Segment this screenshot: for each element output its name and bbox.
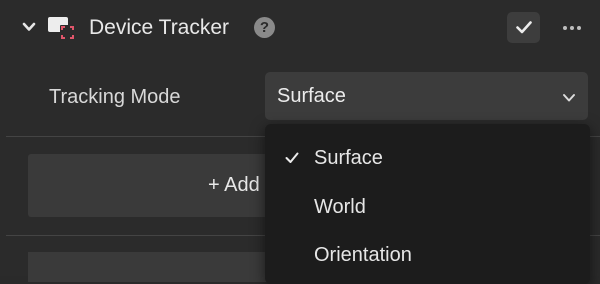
dropdown-option-label: Orientation — [314, 244, 412, 266]
tracking-mode-select[interactable]: Surface — [265, 72, 588, 120]
tracking-mode-selected-value: Surface — [277, 85, 346, 107]
tracking-mode-label: Tracking Mode — [49, 86, 181, 108]
tracking-mode-dropdown: Surface World Orientation — [265, 124, 590, 284]
dropdown-option-surface[interactable]: Surface — [265, 134, 590, 182]
more-horizontal-icon[interactable] — [560, 18, 584, 38]
check-icon — [285, 151, 299, 169]
dropdown-option-world[interactable]: World — [265, 183, 590, 231]
check-icon — [516, 21, 532, 34]
component-panel: Device Tracker ? Tracking Mode Surface +… — [0, 0, 600, 284]
enable-checkbox[interactable] — [507, 12, 540, 43]
chevron-down-icon — [562, 90, 576, 108]
chevron-down-icon[interactable] — [22, 20, 36, 34]
component-title: Device Tracker — [89, 16, 230, 39]
device-tracker-icon — [47, 14, 77, 42]
dropdown-option-label: Surface — [314, 147, 383, 169]
help-icon[interactable]: ? — [254, 17, 275, 38]
dropdown-option-label: World — [314, 196, 366, 218]
dropdown-option-orientation[interactable]: Orientation — [265, 231, 590, 279]
add-button-label: + Add — [208, 174, 260, 196]
component-header: Device Tracker ? — [0, 0, 600, 56]
